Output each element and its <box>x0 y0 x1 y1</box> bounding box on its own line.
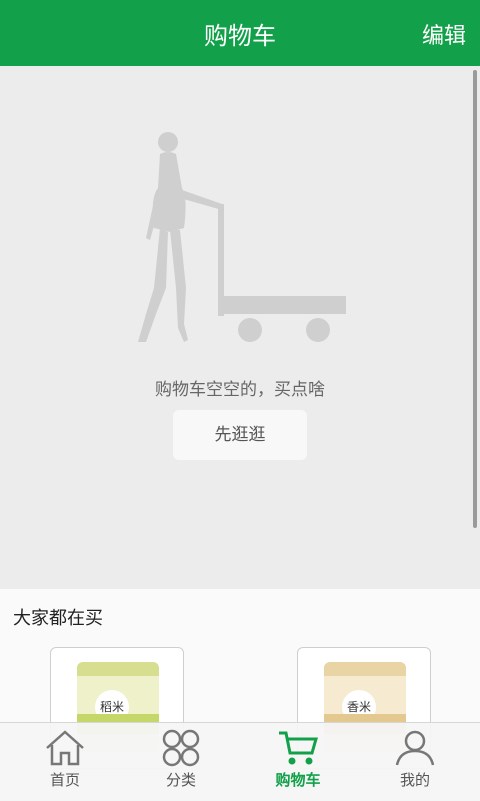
tab-home-label: 首页 <box>49 771 80 789</box>
top-bar: 购物车 编辑 <box>0 0 480 66</box>
tab-cart[interactable]: 购物车 <box>238 723 358 801</box>
empty-cart-illustration-icon <box>138 132 346 342</box>
tab-cart-label: 购物车 <box>275 771 321 789</box>
user-icon <box>395 730 435 766</box>
home-icon <box>46 730 84 766</box>
bottom-tab-bar: 首页 分类 购物车 我的 <box>0 722 480 801</box>
tab-category[interactable]: 分类 <box>121 723 241 801</box>
cart-icon <box>279 731 318 765</box>
page-title: 购物车 <box>204 22 276 50</box>
recommend-title: 大家都在买 <box>13 608 103 629</box>
tab-category-label: 分类 <box>165 771 196 789</box>
bag-top <box>324 662 406 676</box>
edit-button[interactable]: 编辑 <box>422 18 466 50</box>
tab-home[interactable]: 首页 <box>5 723 125 801</box>
tab-profile-label: 我的 <box>399 771 430 789</box>
empty-cart-message: 购物车空空的，买点啥 <box>155 380 325 400</box>
browse-button[interactable]: 先逛逛 <box>173 410 307 460</box>
bag-top <box>77 662 159 676</box>
category-icon <box>162 729 200 767</box>
tab-profile[interactable]: 我的 <box>355 723 475 801</box>
scrollbar[interactable] <box>473 70 477 528</box>
